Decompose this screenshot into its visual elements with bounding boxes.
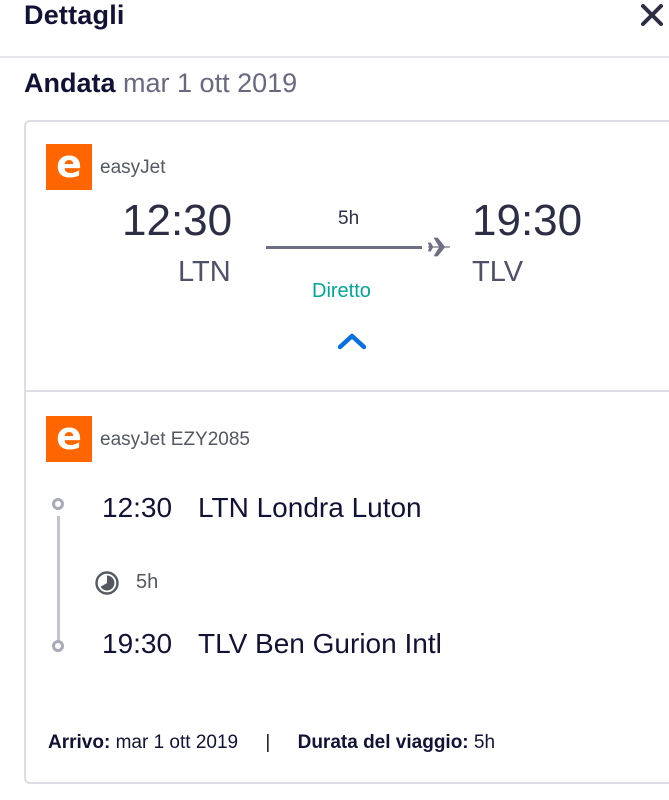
arrive-code: TLV: [472, 256, 524, 288]
easyjet-logo: e: [46, 416, 92, 462]
arrival-label: Arrivo:: [48, 732, 111, 753]
flight-number: EZY2085: [170, 429, 250, 450]
segment-duration: 5h: [136, 571, 159, 593]
close-button[interactable]: [637, 0, 667, 32]
segment-depart-time: 12:30: [102, 492, 173, 523]
chevron-up-icon: [337, 333, 367, 350]
airline-name: easyJet: [100, 157, 166, 178]
segment-depart-place: LTN Londra Luton: [198, 492, 422, 523]
route-line: [266, 246, 422, 249]
summary-separator: |: [265, 732, 271, 753]
segment-arrive-time: 19:30: [102, 628, 173, 659]
depart-time: 12:30: [122, 196, 233, 245]
segment-airline-name: easyJet: [100, 429, 166, 450]
trip-summary: Arrivo: mar 1 ott 2019 | Durata del viag…: [48, 732, 495, 754]
close-icon: [641, 4, 663, 26]
arrival-dot: [52, 640, 64, 652]
collapse-details-button[interactable]: [332, 328, 372, 354]
plane-icon: [428, 237, 450, 257]
leg-direction: Andata: [24, 68, 116, 98]
segment-arrive-place: TLV Ben Gurion Intl: [198, 628, 442, 659]
clock-icon: [95, 571, 119, 595]
leg-heading: Andata mar 1 ott 2019: [24, 68, 297, 99]
flight-card: e easyJet 12:30 LTN 5h Diretto 19:30 TLV…: [24, 120, 669, 784]
arrival-value: mar 1 ott 2019: [115, 732, 239, 753]
details-header: Dettagli: [0, 0, 669, 58]
arrive-time: 19:30: [472, 196, 583, 245]
leg-date: mar 1 ott 2019: [123, 68, 298, 98]
timeline-line: [57, 516, 60, 642]
duration-value: 5h: [473, 732, 496, 753]
segment-airline: easyJet EZY2085: [100, 429, 250, 451]
flight-duration: 5h: [338, 208, 360, 229]
duration-label: Durata del viaggio:: [297, 732, 469, 753]
easyjet-logo: e: [46, 144, 92, 190]
depart-code: LTN: [178, 256, 231, 288]
section-divider: [26, 390, 669, 392]
departure-dot: [52, 498, 64, 510]
page-title: Dettagli: [24, 0, 125, 30]
stops-label: Diretto: [312, 280, 371, 302]
